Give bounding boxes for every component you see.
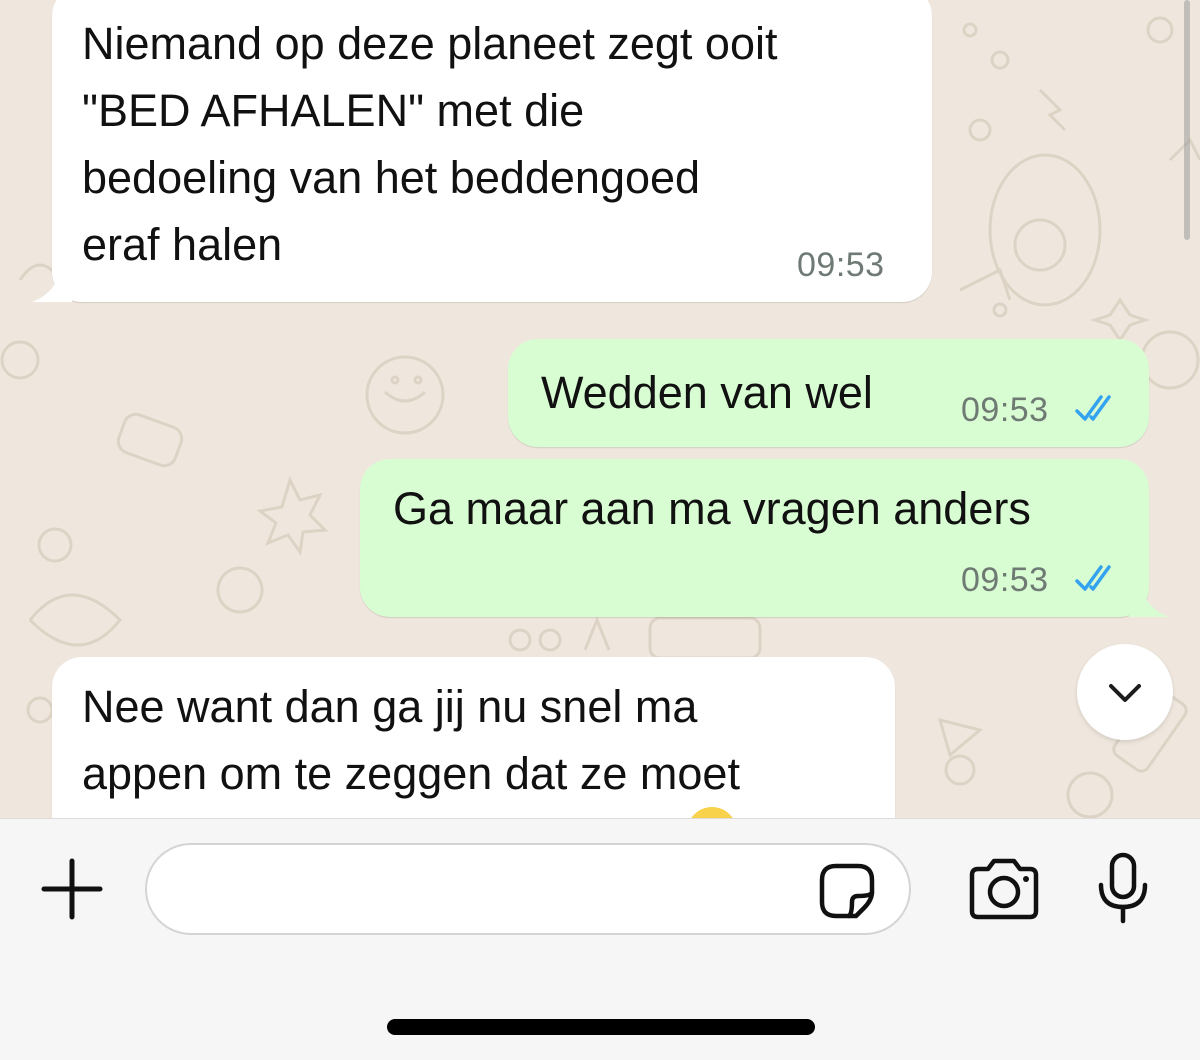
outgoing-message[interactable]: Wedden van wel 09:53 — [508, 339, 1149, 447]
voice-record-button[interactable] — [1090, 849, 1156, 929]
chat-scrollbar[interactable] — [1184, 0, 1190, 240]
bubble-tail — [1129, 587, 1169, 617]
message-text: Nee want dan ga jij nu snel ma appen om … — [82, 681, 740, 799]
message-input-container[interactable] — [145, 843, 911, 935]
microphone-icon — [1098, 852, 1148, 924]
composer-bar — [0, 818, 1200, 1060]
message-time: 09:53 — [961, 561, 1049, 599]
message-text: Niemand op deze planeet zegt ooit "BED A… — [82, 18, 778, 270]
message-text: Ga maar aan ma vragen anders — [393, 483, 1031, 534]
message-time: 09:53 — [961, 391, 1049, 429]
camera-button[interactable] — [965, 853, 1043, 925]
emoji — [687, 807, 737, 818]
attach-button[interactable] — [36, 853, 108, 925]
plus-icon — [41, 858, 103, 920]
bubble-tail — [32, 272, 72, 302]
read-receipt-icon — [1075, 395, 1111, 421]
message-text: Wedden van wel — [541, 367, 873, 418]
sticker-button[interactable] — [817, 863, 877, 919]
scroll-to-bottom-button[interactable] — [1077, 644, 1173, 740]
incoming-message[interactable]: Nee want dan ga jij nu snel ma appen om … — [52, 657, 895, 818]
chat-area[interactable]: Niemand op deze planeet zegt ooit "BED A… — [0, 0, 1200, 818]
incoming-message[interactable]: Niemand op deze planeet zegt ooit "BED A… — [32, 0, 932, 302]
message-time: 09:53 — [797, 246, 885, 284]
outgoing-message[interactable]: Ga maar aan ma vragen anders 09:53 — [360, 459, 1169, 617]
message-input[interactable] — [177, 863, 801, 917]
sticker-icon — [819, 863, 875, 919]
chevron-down-icon — [1109, 684, 1141, 702]
camera-icon — [969, 858, 1039, 920]
home-indicator[interactable] — [387, 1019, 815, 1035]
read-receipt-icon — [1075, 565, 1111, 591]
